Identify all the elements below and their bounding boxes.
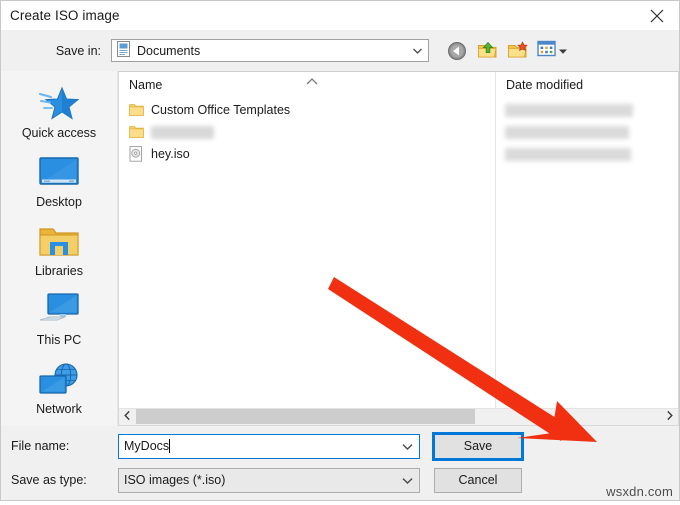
save-as-type-value: ISO images (*.iso) (124, 473, 226, 488)
this-pc-icon (37, 290, 81, 332)
redacted-date (505, 103, 633, 117)
cancel-button[interactable]: Cancel (434, 467, 522, 493)
table-row[interactable] (119, 121, 495, 143)
save-in-combobox[interactable]: Documents (111, 39, 429, 62)
libraries-folder-icon (38, 221, 80, 263)
redacted-date (505, 125, 629, 139)
back-button[interactable] (445, 39, 469, 63)
dialog-footer: File name: MyDocs Save Save as type: ISO… (1, 425, 679, 500)
close-icon (650, 9, 664, 23)
chevron-left-icon (123, 410, 132, 424)
save-button-cell: Save (432, 431, 524, 461)
scrollbar-thumb[interactable] (136, 409, 475, 425)
table-row-date (496, 143, 678, 165)
sidebar-item-desktop[interactable]: Desktop (1, 150, 117, 219)
save-as-type-chevron-down-icon[interactable] (397, 476, 417, 485)
views-chevron-down-icon[interactable] (558, 44, 568, 58)
site-watermark: wsxdn.com (606, 484, 673, 499)
desktop-monitor-icon (37, 152, 81, 194)
sidebar-item-libraries[interactable]: Libraries (1, 219, 117, 288)
title-bar: Create ISO image (1, 1, 679, 30)
new-folder-button[interactable] (505, 39, 529, 63)
file-name-chevron-down-icon[interactable] (397, 442, 417, 451)
cancel-button-cell: Cancel (434, 467, 522, 493)
column-header-date-modified[interactable]: Date modified (496, 72, 678, 97)
scroll-left-button[interactable] (119, 408, 136, 425)
create-iso-image-dialog: Create ISO image Save in: Documents Quic… (0, 0, 680, 501)
sidebar-item-quick-access[interactable]: Quick access (1, 81, 117, 150)
sidebar-item-label: Libraries (35, 263, 83, 278)
save-in-label: Save in: (55, 43, 101, 58)
toolbar-buttons (445, 39, 568, 63)
file-list-panel: Name Custom Office Templates hey.iso Dat… (118, 71, 679, 426)
file-name-row: File name: MyDocs Save (1, 431, 679, 461)
date-values (496, 97, 678, 165)
sidebar-item-label: Desktop (36, 194, 82, 209)
column-header-label: Date modified (506, 77, 584, 92)
back-arrow-icon (447, 41, 467, 61)
table-row-date (496, 121, 678, 143)
views-grid-icon (537, 40, 557, 61)
sidebar-item-label: Quick access (21, 126, 97, 140)
file-name-value: MyDocs (124, 439, 170, 454)
sidebar-item-this-pc[interactable]: This PC (1, 288, 117, 357)
table-row[interactable]: Custom Office Templates (119, 99, 495, 121)
save-as-type-label: Save as type: (11, 473, 87, 488)
close-button[interactable] (634, 1, 679, 30)
file-list-columns: Name Custom Office Templates hey.iso Dat… (119, 72, 678, 408)
horizontal-scrollbar[interactable] (119, 407, 678, 425)
documents-icon (116, 41, 131, 60)
window-title: Create ISO image (10, 8, 120, 23)
name-column: Name Custom Office Templates hey.iso (119, 72, 496, 408)
file-rows: Custom Office Templates hey.iso (119, 97, 495, 165)
disc-image-file-icon (129, 146, 151, 162)
save-button[interactable]: Save (432, 431, 524, 461)
save-in-value: Documents (137, 43, 201, 58)
save-as-type-row: Save as type: ISO images (*.iso) Cancel (1, 467, 679, 493)
redacted-file-name (151, 125, 214, 139)
sidebar-item-network[interactable]: Network (1, 357, 117, 426)
redacted-date (505, 147, 631, 161)
folder-icon (129, 125, 151, 139)
column-header-name[interactable]: Name (119, 72, 495, 97)
table-row[interactable]: hey.iso (119, 143, 495, 165)
date-modified-column: Date modified (496, 72, 678, 408)
column-header-label: Name (129, 77, 163, 92)
new-folder-icon (507, 41, 528, 60)
file-name: Custom Office Templates (151, 103, 291, 117)
network-globe-icon (37, 359, 81, 401)
text-caret (169, 439, 171, 454)
save-as-type-select[interactable]: ISO images (*.iso) (118, 467, 420, 493)
chevron-right-icon (665, 410, 674, 424)
quick-access-star-icon (38, 83, 80, 125)
sidebar-item-label: Network (36, 401, 82, 416)
file-name-label: File name: (11, 439, 70, 454)
folder-up-arrow-icon (477, 41, 498, 60)
dialog-body: Quick access Desktop Libraries This PC N… (1, 71, 679, 426)
views-button[interactable] (537, 40, 568, 61)
folder-icon (129, 103, 151, 117)
navigation-toolbar: Save in: Documents (1, 30, 679, 71)
scroll-right-button[interactable] (661, 408, 678, 425)
up-one-level-button[interactable] (475, 39, 499, 63)
chevron-down-icon[interactable] (409, 47, 426, 55)
file-name: hey.iso (151, 147, 190, 161)
table-row-date (496, 99, 678, 121)
file-name-input[interactable]: MyDocs (118, 433, 420, 459)
sort-ascending-icon (305, 75, 319, 89)
sidebar-item-label: This PC (36, 332, 82, 347)
places-sidebar: Quick access Desktop Libraries This PC N… (1, 71, 118, 426)
scrollbar-track[interactable] (136, 408, 661, 425)
